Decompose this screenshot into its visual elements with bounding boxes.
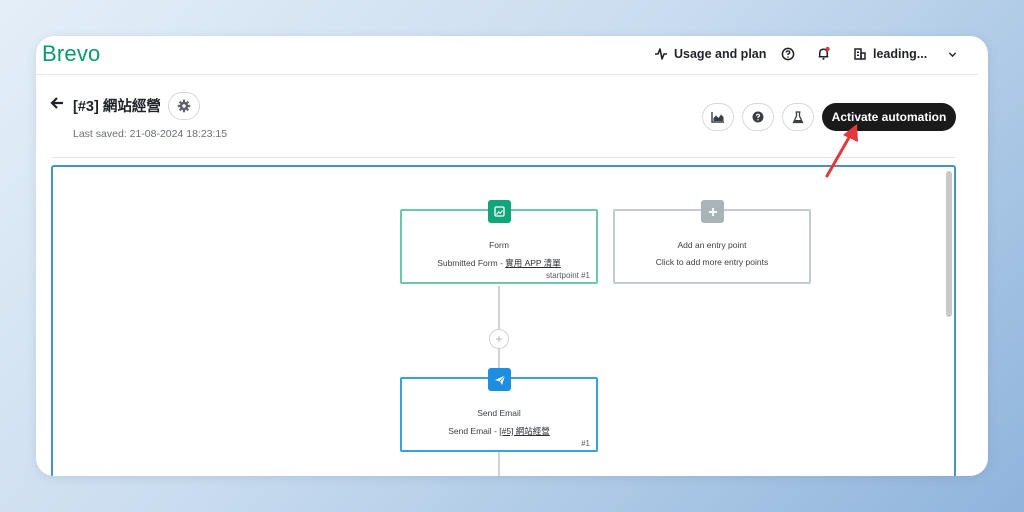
account-name: leading... bbox=[873, 47, 928, 61]
plus-icon bbox=[708, 207, 717, 216]
canvas-scrollbar[interactable] bbox=[946, 171, 952, 471]
help-center-button[interactable] bbox=[742, 103, 774, 131]
node-title: Form bbox=[489, 240, 509, 250]
form-link[interactable]: 實用 APP 清單 bbox=[505, 258, 561, 268]
statistics-button[interactable] bbox=[702, 103, 734, 131]
image-icon bbox=[494, 206, 505, 217]
area-chart-icon bbox=[711, 112, 724, 123]
chevron-down-icon bbox=[949, 51, 957, 57]
back-button[interactable] bbox=[50, 96, 64, 115]
usage-and-plan-link[interactable]: Usage and plan bbox=[654, 47, 766, 61]
form-badge bbox=[488, 200, 511, 223]
send-email-node[interactable]: Send Email Send Email - [#5] 網站經營 #1 bbox=[400, 368, 598, 452]
top-navigation-bar: Brevo Usage and plan leading... bbox=[36, 36, 978, 75]
usage-and-plan-label: Usage and plan bbox=[674, 47, 767, 61]
scrollbar-thumb[interactable] bbox=[946, 171, 952, 317]
node-subtitle: Send Email - [#5] 網站經營 bbox=[402, 425, 596, 437]
email-badge bbox=[488, 368, 511, 391]
paper-plane-icon bbox=[494, 374, 505, 385]
arrow-left-icon bbox=[50, 97, 63, 109]
node-footer: startpoint #1 bbox=[545, 271, 590, 280]
node-subtitle: Submitted Form - 實用 APP 清單 bbox=[402, 257, 596, 269]
gear-icon bbox=[177, 99, 191, 113]
connector-line bbox=[498, 452, 500, 476]
brevo-logo[interactable]: Brevo bbox=[42, 41, 100, 67]
add-step-button[interactable]: + bbox=[489, 329, 509, 349]
help-button[interactable] bbox=[781, 47, 795, 66]
last-saved-timestamp: Last saved: 21-08-2024 18:23:15 bbox=[73, 128, 228, 140]
activate-automation-button[interactable]: Activate automation bbox=[822, 103, 956, 131]
form-entry-node[interactable]: Form Submitted Form - 實用 APP 清單 startpoi… bbox=[400, 200, 598, 284]
activity-pulse-icon bbox=[655, 48, 667, 60]
node-title: Add an entry point bbox=[677, 240, 747, 250]
workflow-canvas[interactable]: + Form Submitted Form - 實用 APP 清單 startp… bbox=[51, 165, 956, 476]
question-circle-icon bbox=[781, 47, 795, 61]
test-workflow-button[interactable] bbox=[782, 103, 814, 131]
workflow-settings-button[interactable] bbox=[168, 92, 200, 120]
notifications-button[interactable] bbox=[816, 46, 831, 66]
header-divider bbox=[52, 157, 956, 158]
email-campaign-link[interactable]: [#5] 網站經營 bbox=[499, 426, 550, 436]
node-title: Send Email bbox=[477, 408, 521, 418]
add-entry-point-node[interactable]: Add an entry point Click to add more ent… bbox=[613, 200, 811, 284]
question-circle-icon bbox=[752, 111, 764, 123]
app-window: Brevo Usage and plan leading... [#3] 網站經… bbox=[36, 36, 988, 476]
node-subtitle-prefix: Submitted Form - bbox=[437, 258, 506, 268]
node-subtitle-prefix: Send Email - bbox=[448, 426, 500, 436]
node-footer: #1 bbox=[581, 439, 590, 448]
page-title: [#3] 網站經營 bbox=[73, 99, 161, 115]
flask-icon bbox=[792, 110, 804, 123]
bell-icon bbox=[818, 46, 830, 60]
node-subtitle: Click to add more entry points bbox=[655, 257, 769, 267]
plus-icon: + bbox=[495, 332, 503, 346]
account-menu[interactable]: leading... bbox=[853, 47, 958, 61]
entry-badge bbox=[701, 200, 724, 223]
building-icon bbox=[854, 48, 866, 60]
